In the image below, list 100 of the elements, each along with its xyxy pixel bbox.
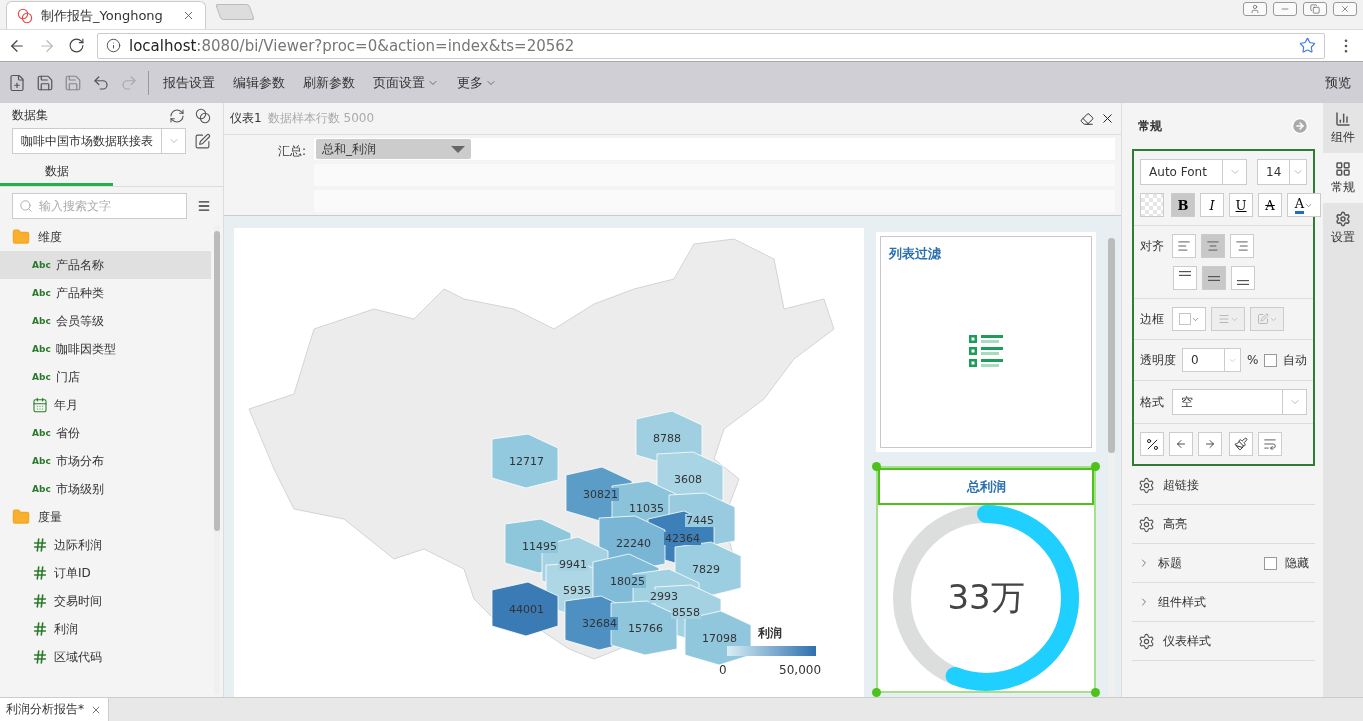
legend-title: 利润 [758,625,783,642]
side-tab[interactable]: 常规 [1323,153,1363,203]
property-section[interactable]: 组件样式 [1132,583,1316,622]
data-tab[interactable]: 数据 [0,160,113,186]
format-select[interactable]: 空 [1172,389,1308,415]
gauge-value: 33万 [947,576,1025,619]
resize-handle[interactable] [1091,462,1101,471]
restore-button[interactable] [1303,2,1327,16]
toolbar-menu[interactable]: 报告设置 [159,73,219,92]
resize-handle[interactable] [872,462,882,471]
text-style-button[interactable]: A [1258,193,1283,217]
gear-icon [1138,632,1156,650]
panel-title: 数据集 [12,107,48,124]
toolbar-menu[interactable]: 编辑参数 [229,73,289,92]
save-as-icon[interactable] [64,73,82,92]
preview-button[interactable]: 预览 [1321,73,1355,92]
browser-tab[interactable]: 制作报告_Yonghong [6,1,206,29]
line-color-button[interactable] [1250,307,1285,331]
field-item[interactable]: Abc 门店 [0,363,212,391]
side-tab[interactable]: 组件 [1323,103,1363,153]
background-color-button[interactable] [1140,193,1165,217]
field-item[interactable]: Abc 省份 [0,419,212,447]
new-tab-button[interactable] [215,4,255,20]
close-window-button[interactable] [1333,2,1357,16]
property-section[interactable]: 超链接 [1132,466,1316,505]
border-style-button[interactable] [1172,307,1207,331]
resize-handle[interactable] [1091,688,1101,697]
valign-button[interactable] [1231,266,1256,290]
valign-button[interactable] [1202,266,1227,290]
dataset-select[interactable]: 咖啡中国市场数据联接表 [12,128,187,154]
side-tab[interactable]: 设置 [1323,203,1363,253]
field-item[interactable]: Abc 产品名称 [0,251,212,279]
toolbar-menu[interactable]: 更多 [453,73,501,92]
font-size-select[interactable]: 14 [1257,159,1308,185]
checkbox[interactable] [1264,353,1278,367]
redo-icon[interactable] [120,73,138,92]
property-section[interactable]: 仪表样式 [1132,622,1316,661]
align-label: 对齐 [1140,237,1165,255]
align-button[interactable] [1230,234,1255,258]
map-value-label: 7445 [685,514,716,527]
decimal-increase-button[interactable] [1198,432,1223,456]
toolbar-menu[interactable]: 页面设置 [369,73,443,92]
field-item[interactable]: 交易时间 [0,587,212,615]
address-bar[interactable]: localhost:8080/bi/Viewer?proc=0&action=index&ts=20562 [97,32,1325,59]
report-tab[interactable]: 利润分析报告* [0,698,109,721]
field-item[interactable]: 区域代码 [0,643,212,671]
pen-icon [1256,313,1269,325]
valign-button[interactable] [1173,266,1198,290]
gear-icon [1138,476,1156,494]
toolbar-menu[interactable]: 刷新参数 [299,73,359,92]
hash-icon [32,565,48,581]
refresh-icon[interactable] [169,107,186,124]
text-style-button[interactable]: U [1229,193,1254,217]
format-label: 格式 [1140,393,1165,411]
field-item[interactable]: 订单ID [0,559,212,587]
property-section[interactable]: 高亮 [1132,505,1316,544]
format-painter-button[interactable] [1229,432,1254,456]
arrow-right-icon[interactable] [1291,117,1310,135]
edit-icon[interactable] [194,132,212,150]
field-item[interactable]: 利润 [0,615,212,643]
eraser-icon[interactable] [1080,111,1095,126]
text-style-button[interactable]: I [1200,193,1225,217]
percent-button[interactable] [1140,432,1165,456]
save-icon[interactable] [36,73,54,92]
list-menu-icon[interactable] [197,199,212,213]
field-item[interactable]: Abc 市场级别 [0,475,212,503]
decimal-left-icon [1175,438,1188,450]
checkbox[interactable] [1264,556,1278,570]
scrollbar-thumb[interactable] [214,231,221,531]
new-report-icon[interactable] [8,73,26,92]
resize-handle[interactable] [872,688,882,697]
minimize-button[interactable] [1273,2,1297,16]
text-style-button[interactable]: B [1171,193,1196,217]
field-item[interactable]: Abc 市场分布 [0,447,212,475]
line-style-button[interactable] [1211,307,1246,331]
decimal-right-icon [1204,438,1217,450]
text-style-button[interactable]: A [1287,193,1322,217]
field-item[interactable]: 年月 [0,391,212,419]
align-icon [1235,239,1250,253]
undo-icon[interactable] [92,73,110,92]
scrollbar-thumb[interactable] [1108,238,1116,453]
field-item[interactable]: 边际利润 [0,531,212,559]
checkbox-label: 隐藏 [1285,554,1310,572]
folder-row[interactable]: 度量 [0,503,212,531]
field-item[interactable]: Abc 产品种类 [0,279,212,307]
measure-chip[interactable]: 总和_利润 [316,139,472,159]
align-button[interactable] [1172,234,1197,258]
wrap-button[interactable] [1258,432,1283,456]
filter-title: 列表过滤 [889,245,943,263]
reload-icon[interactable] [68,37,85,54]
folder-row[interactable]: 维度 [0,223,212,251]
property-section[interactable]: 标题 隐藏 [1132,544,1316,583]
profile-button[interactable] [1243,2,1267,16]
font-select[interactable]: Auto Font [1140,159,1248,185]
map-value-label: 30821 [582,488,620,501]
opacity-field[interactable]: 0 [1182,348,1241,372]
join-icon[interactable] [195,107,212,124]
field-item[interactable]: Abc 咖啡因类型 [0,335,212,363]
align-button[interactable] [1201,234,1226,258]
field-item[interactable]: Abc 会员等级 [0,307,212,335]
